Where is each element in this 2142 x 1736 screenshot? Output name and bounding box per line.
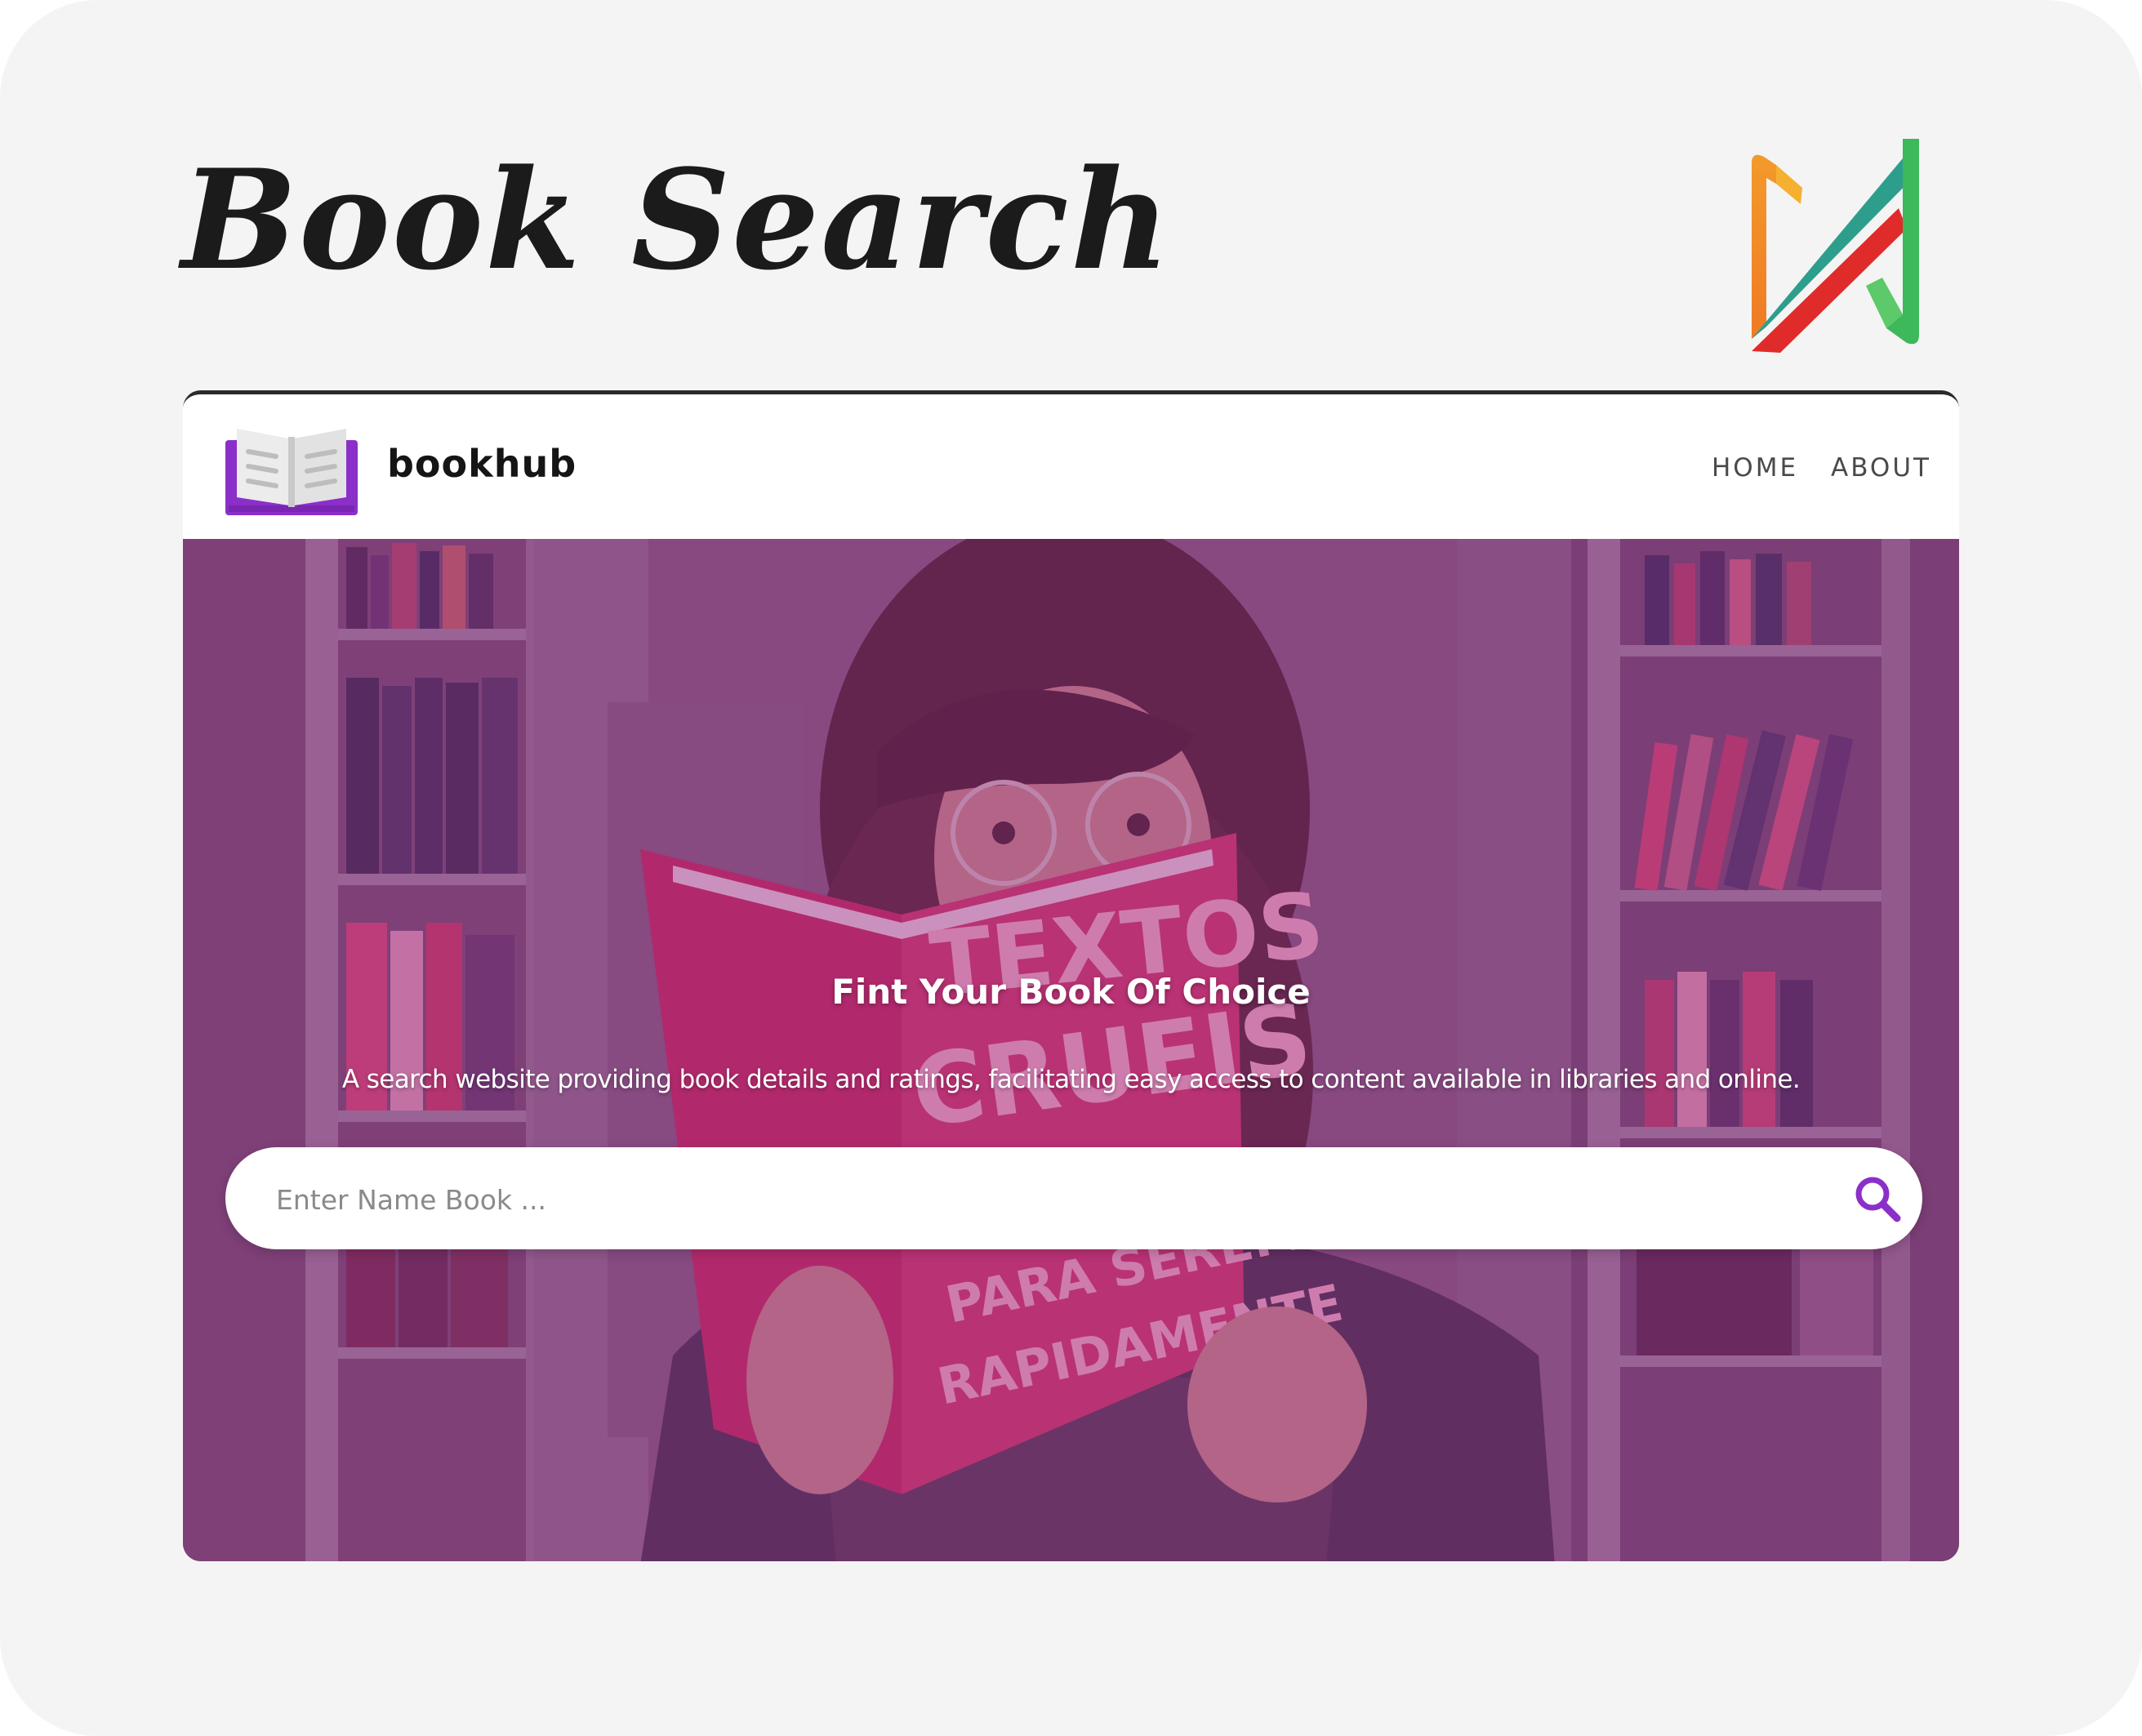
- page-title: Book Search: [181, 139, 1173, 300]
- hero-title: Fint Your Book Of Choice: [831, 972, 1311, 1012]
- open-book-logo-icon: [225, 429, 358, 515]
- showcase-card: Book Search bookhub HOME ABOUT TEXTOS CR…: [0, 0, 2142, 1736]
- hero-subtitle: A search website providing book details …: [341, 1065, 1801, 1094]
- search-bar: [225, 1147, 1922, 1249]
- nav-link-home[interactable]: HOME: [1712, 453, 1798, 483]
- brand-logo-icon: [1752, 139, 1919, 353]
- brand-name[interactable]: bookhub: [387, 442, 577, 486]
- search-input[interactable]: [274, 1172, 1764, 1227]
- hero-overlay: [183, 539, 1959, 1561]
- hero-section: TEXTOS CRUEIS PARA SEREM RAPIDAMENTE Fin…: [183, 539, 1959, 1561]
- app-window: bookhub HOME ABOUT TEXTOS CRUEIS PARA SE…: [183, 390, 1959, 1561]
- navbar: bookhub HOME ABOUT: [183, 394, 1959, 539]
- search-icon[interactable]: [1850, 1172, 1904, 1226]
- nav-link-about[interactable]: ABOUT: [1831, 453, 1931, 483]
